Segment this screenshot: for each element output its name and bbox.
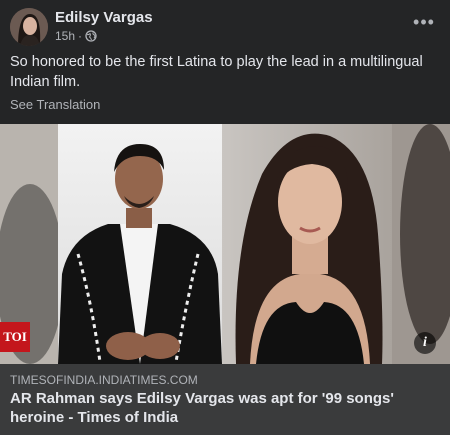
post-timestamp[interactable]: 15h <box>55 29 75 43</box>
facebook-post-card: Edilsy Vargas 15h · ••• So honored to be… <box>0 0 450 435</box>
more-horizontal-icon: ••• <box>413 11 435 32</box>
link-preview-footer[interactable]: TIMESOFINDIA.INDIATIMES.COM AR Rahman sa… <box>0 364 450 435</box>
article-photo <box>0 124 450 364</box>
meta-separator: · <box>78 29 83 43</box>
author-name[interactable]: Edilsy Vargas <box>55 9 153 26</box>
link-preview-image[interactable]: TOI i <box>0 124 450 364</box>
link-title[interactable]: AR Rahman says Edilsy Vargas was apt for… <box>10 389 440 427</box>
toi-logo: TOI <box>0 322 30 352</box>
see-translation-link[interactable]: See Translation <box>10 97 100 112</box>
post-meta: 15h · <box>55 29 97 43</box>
more-options-button[interactable]: ••• <box>410 10 438 34</box>
info-icon[interactable]: i <box>414 332 436 354</box>
post-text: So honored to be the first Latina to pla… <box>10 54 423 90</box>
globe-icon[interactable] <box>85 30 97 42</box>
avatar-photo <box>10 8 48 46</box>
author-avatar[interactable] <box>10 8 48 46</box>
link-domain: TIMESOFINDIA.INDIATIMES.COM <box>10 373 198 387</box>
